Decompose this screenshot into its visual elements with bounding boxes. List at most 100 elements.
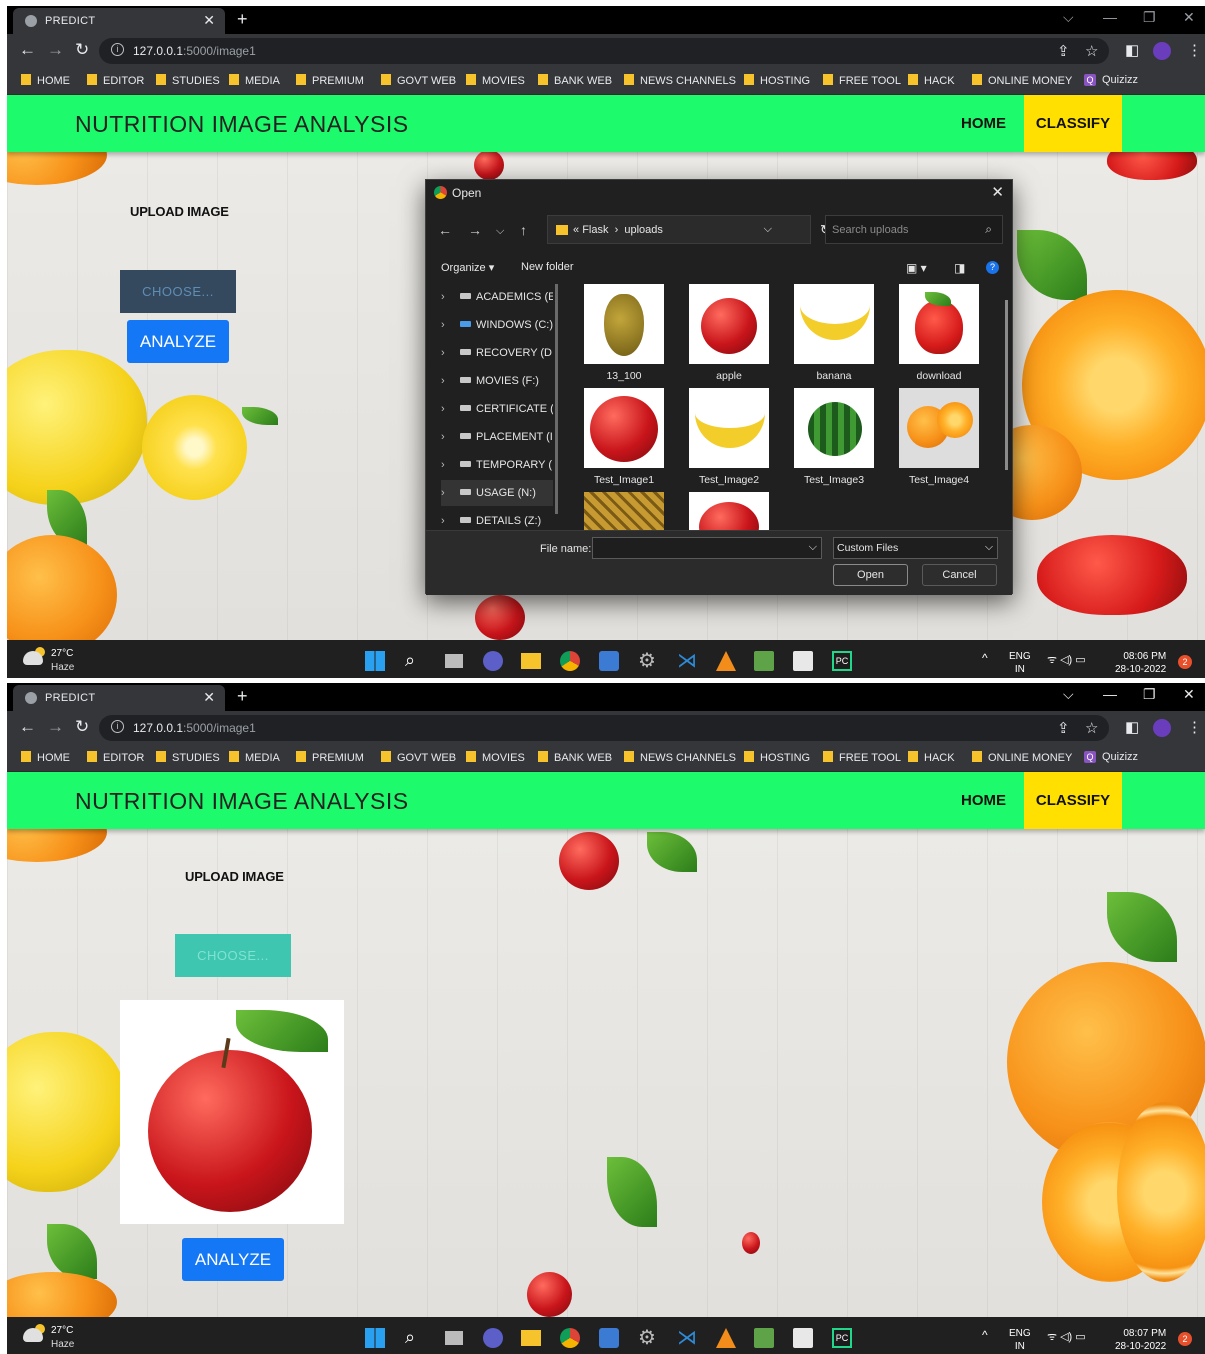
menu-icon[interactable]: ⋮ (1187, 41, 1202, 59)
address-bar[interactable]: i 127.0.0.1:5000/image1 ⇪ ☆ (99, 38, 1109, 64)
store-icon[interactable] (599, 651, 619, 671)
search-icon[interactable]: ⌕ (405, 1328, 425, 1348)
file-thumbnail[interactable] (677, 492, 781, 534)
drive-item-selected[interactable]: › USAGE (N:) (441, 480, 553, 506)
search-icon[interactable]: ⌕ (405, 651, 425, 671)
file-grid-scrollbar[interactable] (1005, 300, 1008, 470)
tab-search-icon[interactable]: ⌵ (1063, 686, 1074, 703)
new-tab-button[interactable]: + (237, 9, 248, 30)
file-thumbnail[interactable]: Test_Image2 (677, 388, 781, 488)
bookmark-movies[interactable]: MOVIES (466, 74, 525, 87)
browser-tab[interactable]: PREDICT ✕ (13, 685, 225, 711)
vlc-icon[interactable] (716, 1328, 736, 1348)
file-explorer-icon[interactable] (521, 653, 541, 669)
chrome-icon[interactable] (560, 651, 580, 671)
choose-file-button[interactable]: CHOOSE... (175, 934, 291, 977)
new-tab-button[interactable]: + (237, 686, 248, 707)
choose-file-button[interactable]: CHOOSE... (120, 270, 236, 313)
tab-close-icon[interactable]: ✕ (203, 689, 215, 706)
file-thumbnail[interactable]: apple (677, 284, 781, 384)
info-icon[interactable]: i (111, 720, 124, 733)
tray-expand-icon[interactable]: ^ (982, 652, 988, 665)
sidepanel-icon[interactable]: ◧ (1125, 41, 1139, 59)
sidepanel-icon[interactable]: ◧ (1125, 718, 1139, 736)
bookmark-hack[interactable]: HACK (908, 74, 955, 87)
bookmark-star-icon[interactable]: ☆ (1085, 719, 1098, 737)
open-button[interactable]: Open (833, 564, 908, 586)
analyze-button[interactable]: ANALYZE (182, 1238, 284, 1281)
tab-close-icon[interactable]: ✕ (203, 12, 215, 29)
pycharm-icon[interactable]: PC (832, 651, 852, 671)
vscode-icon[interactable]: ⋊ (677, 651, 697, 671)
address-bar[interactable]: i 127.0.0.1:5000/image1 ⇪ ☆ (99, 715, 1109, 741)
dialog-path-bar[interactable]: « Flask › uploads ⌵ ↻ (547, 215, 831, 244)
bookmark-movies[interactable]: MOVIES (466, 751, 525, 764)
drive-item[interactable]: › PLACEMENT (I (441, 424, 553, 450)
dialog-back-icon[interactable]: ← (438, 222, 452, 238)
store-icon[interactable] (599, 1328, 619, 1348)
weather-icon[interactable] (23, 651, 43, 665)
tab-search-icon[interactable]: ⌵ (1063, 9, 1074, 26)
share-icon[interactable]: ⇪ (1057, 719, 1070, 737)
recent-locations-icon[interactable]: ⌵ (496, 225, 504, 238)
bookmark-home[interactable]: HOME (21, 751, 70, 764)
reload-icon[interactable]: ↻ (75, 717, 89, 737)
tray-expand-icon[interactable]: ^ (982, 1329, 988, 1342)
clock[interactable]: 08:07 PM 28-10-2022 (1115, 1327, 1166, 1353)
file-type-select[interactable]: Custom Files ⌵ (833, 537, 998, 559)
weather-icon[interactable] (23, 1328, 43, 1342)
bookmark-editor[interactable]: EDITOR (87, 74, 144, 87)
new-folder-button[interactable]: New folder (521, 261, 574, 273)
bookmark-online-money[interactable]: ONLINE MONEY (972, 751, 1072, 764)
bookmark-premium[interactable]: PREMIUM (296, 751, 364, 764)
path-segment[interactable]: Flask (582, 224, 608, 236)
file-thumbnail[interactable]: Test_Image4 (887, 388, 991, 488)
bookmark-premium[interactable]: PREMIUM (296, 74, 364, 87)
info-icon[interactable]: i (111, 43, 124, 56)
close-window-icon[interactable]: ✕ (1183, 686, 1195, 703)
reload-icon[interactable]: ↻ (75, 40, 89, 60)
drive-item[interactable]: › ACADEMICS (E (441, 284, 553, 310)
drive-item[interactable]: › MOVIES (F:) (441, 368, 553, 394)
sheets-icon[interactable] (754, 1328, 774, 1348)
drive-item[interactable]: › TEMPORARY ( (441, 452, 553, 478)
bookmark-news-channels[interactable]: NEWS CHANNELS (624, 751, 736, 764)
nav-home-link[interactable]: HOME (961, 792, 1006, 809)
file-thumbnail[interactable] (572, 492, 676, 534)
profile-avatar[interactable] (1153, 42, 1171, 60)
bookmark-studies[interactable]: STUDIES (156, 751, 220, 764)
vlc-icon[interactable] (716, 651, 736, 671)
share-icon[interactable]: ⇪ (1057, 42, 1070, 60)
dialog-close-icon[interactable]: ✕ (991, 183, 1004, 201)
dialog-forward-icon[interactable]: → (468, 222, 482, 238)
snipping-tool-icon[interactable] (793, 651, 813, 671)
file-thumbnail[interactable]: 13_100 (572, 284, 676, 384)
bookmark-hosting[interactable]: HOSTING (744, 74, 810, 87)
settings-icon[interactable]: ⚙ (638, 651, 658, 671)
path-segment[interactable]: uploads (624, 224, 663, 236)
bookmark-bank-web[interactable]: BANK WEB (538, 751, 612, 764)
file-thumbnail[interactable]: Test_Image1 (572, 388, 676, 488)
settings-icon[interactable]: ⚙ (638, 1328, 658, 1348)
path-dropdown-icon[interactable]: ⌵ (764, 223, 772, 236)
chevron-down-icon[interactable]: ⌵ (809, 541, 817, 554)
file-explorer-icon[interactable] (521, 1330, 541, 1346)
up-folder-icon[interactable]: ↑ (520, 222, 527, 238)
network-volume-battery-icons[interactable]: ᯤ ◁) ▭ (1047, 1331, 1086, 1344)
drive-item[interactable]: › WINDOWS (C:) (441, 312, 553, 338)
file-name-input[interactable]: ⌵ (592, 537, 822, 559)
pycharm-icon[interactable]: PC (832, 1328, 852, 1348)
bookmark-news-channels[interactable]: NEWS CHANNELS (624, 74, 736, 87)
back-icon[interactable]: ← (19, 717, 36, 737)
nav-classify-link[interactable]: CLASSIFY (1024, 772, 1122, 829)
site-brand[interactable]: NUTRITION IMAGE ANALYSIS (75, 111, 409, 138)
start-icon[interactable] (365, 1328, 385, 1348)
bookmark-govt-web[interactable]: GOVT WEB (381, 74, 456, 87)
minimize-icon[interactable]: — (1103, 686, 1117, 702)
menu-icon[interactable]: ⋮ (1187, 718, 1202, 736)
bookmark-online-money[interactable]: ONLINE MONEY (972, 74, 1072, 87)
browser-tab[interactable]: PREDICT ✕ (13, 8, 225, 34)
bookmark-govt-web[interactable]: GOVT WEB (381, 751, 456, 764)
drive-item[interactable]: › RECOVERY (D:) (441, 340, 553, 366)
bookmark-media[interactable]: MEDIA (229, 751, 280, 764)
